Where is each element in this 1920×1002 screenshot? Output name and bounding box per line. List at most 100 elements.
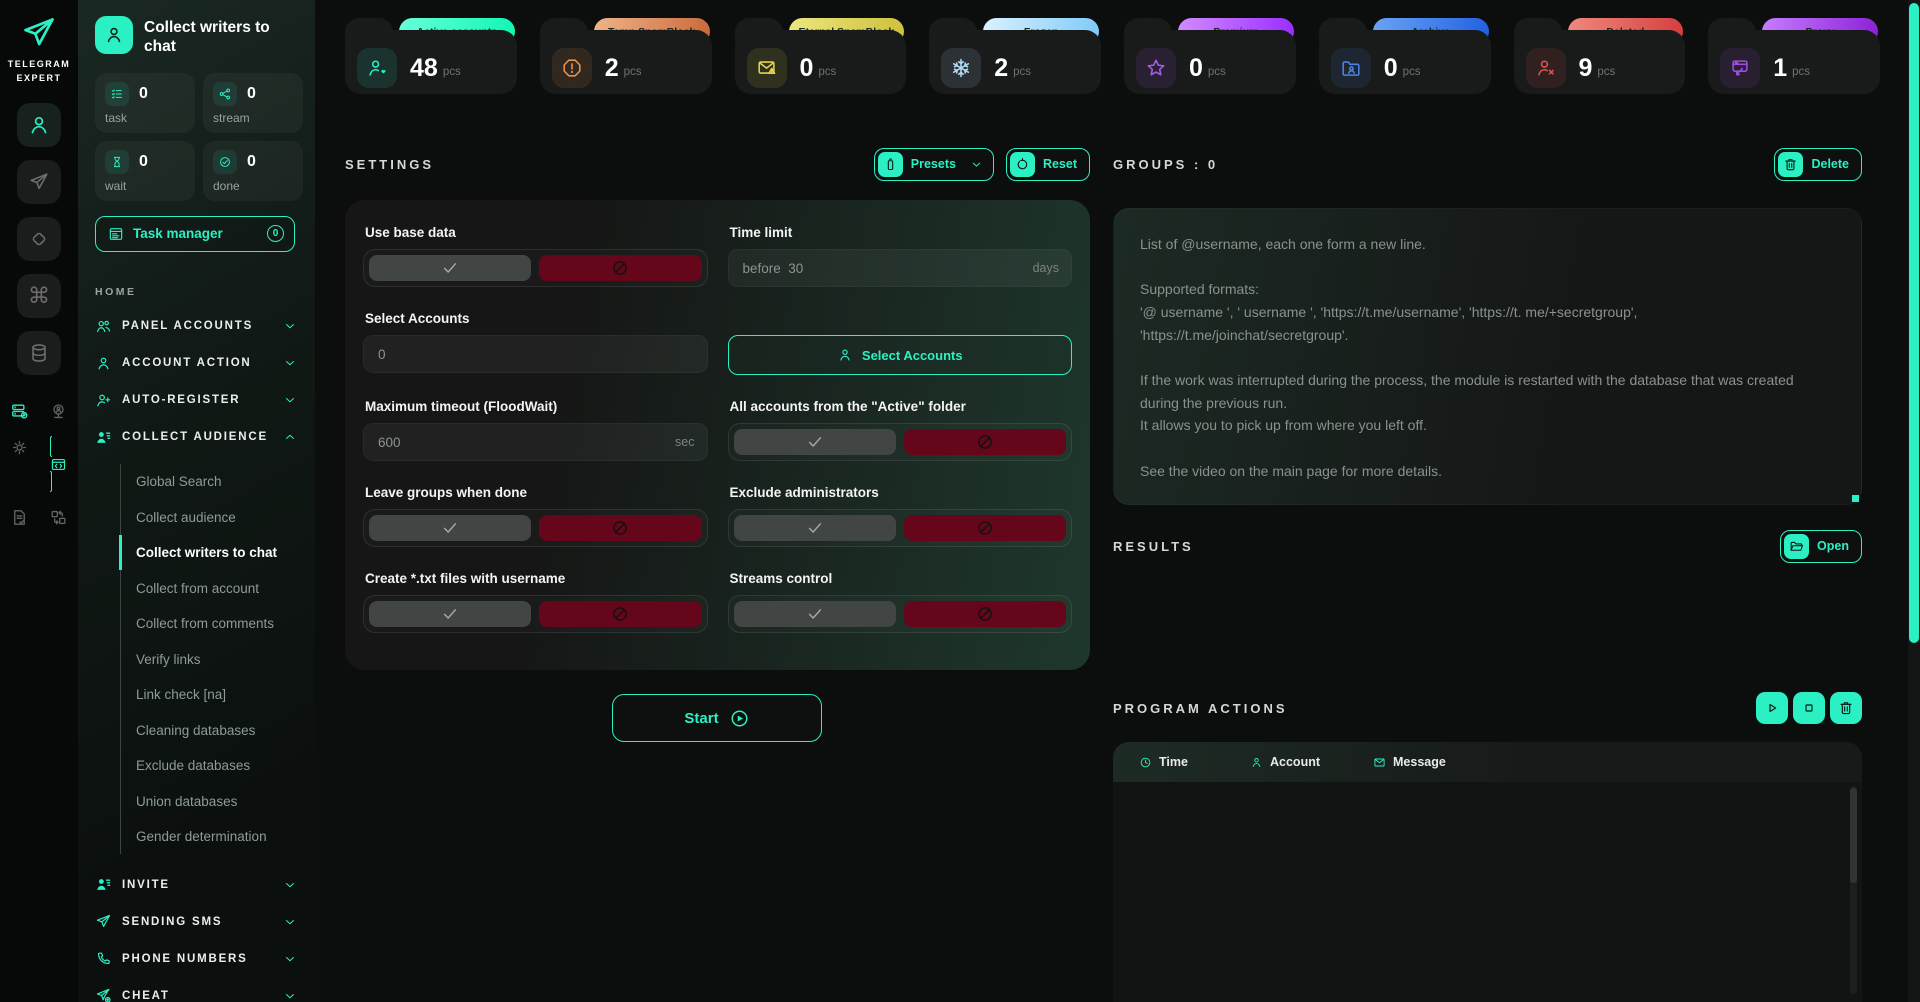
sidebar-section-auto-register[interactable]: AUTO-REGISTER [78, 382, 315, 419]
page-title: Collect writers to chat [144, 16, 301, 57]
brand-line2: EXPERT [8, 72, 71, 86]
submenu-item-cleaning-databases[interactable]: Cleaning databases [119, 712, 315, 748]
person-plus-icon [95, 392, 112, 409]
sidebar-section-collect-audience[interactable]: COLLECT AUDIENCE [78, 419, 315, 456]
toggle-yes-option[interactable] [369, 255, 531, 281]
use-base-data-toggle [363, 249, 708, 287]
sidebar: Collect writers to chat 0 task 0 stream [78, 0, 315, 1002]
toggle-yes-option[interactable] [369, 515, 531, 541]
submenu-item-global-search[interactable]: Global Search [119, 464, 315, 500]
phone-icon [95, 950, 112, 967]
field-select-accounts-action: Select Accounts [728, 311, 1073, 375]
stop-log-button[interactable] [1793, 692, 1825, 724]
gear-icon[interactable] [10, 438, 29, 491]
field-label: Use base data [365, 225, 708, 240]
rail-database-button[interactable] [17, 331, 61, 375]
submenu-item-link-check[interactable]: Link check [na] [119, 677, 315, 713]
submenu-item-collect-writers-to-chat[interactable]: Collect writers to chat [119, 535, 315, 571]
max-timeout-input[interactable] [363, 423, 708, 461]
play-log-button[interactable] [1756, 692, 1788, 724]
stat-value: 9 [1579, 54, 1593, 83]
toggle-no-option[interactable] [539, 515, 701, 541]
open-folder-icon [1784, 534, 1809, 559]
brand-line1: TELEGRAM [8, 58, 71, 72]
table-scrollbar-thumb[interactable] [1850, 788, 1857, 883]
results-header: RESULTS Open [1113, 528, 1862, 564]
program-actions-header: PROGRAM ACTIONS [1113, 690, 1862, 726]
chevron-down-icon [283, 989, 297, 1002]
sidebar-section-account-action[interactable]: ACCOUNT ACTION [78, 345, 315, 382]
window-scrollbar-track[interactable] [1908, 0, 1920, 1002]
code-window-icon[interactable] [50, 438, 67, 491]
select-accounts-button[interactable]: Select Accounts [728, 335, 1073, 375]
toggle-no-option[interactable] [539, 255, 701, 281]
column-label: Message [1393, 755, 1446, 769]
paper-plane-icon [95, 913, 112, 930]
sidebar-section-sending-sms[interactable]: SENDING SMS [78, 903, 315, 940]
counter-value: 0 [247, 85, 256, 103]
toggle-no-option[interactable] [904, 515, 1066, 541]
toggle-no-option[interactable] [904, 601, 1066, 627]
webcam-person-icon[interactable] [49, 402, 68, 421]
reset-button[interactable]: Reset [1006, 148, 1090, 181]
time-limit-input[interactable] [728, 249, 1073, 287]
diamond-icon [28, 228, 50, 250]
person-heart-icon [357, 48, 397, 88]
sidebar-section-phone-numbers[interactable]: PHONE NUMBERS [78, 940, 315, 977]
stat-unit: pcs [818, 66, 836, 78]
column-time: Time [1139, 755, 1250, 769]
submenu-item-collect-from-account[interactable]: Collect from account [119, 570, 315, 606]
presets-button[interactable]: Presets [874, 148, 994, 181]
sidebar-section-panel-accounts[interactable]: PANEL ACCOUNTS [78, 308, 315, 345]
rail-accounts-button[interactable] [17, 103, 61, 147]
section-label: PANEL ACCOUNTS [122, 320, 273, 332]
check-icon [805, 432, 825, 452]
toggle-yes-option[interactable] [734, 515, 896, 541]
snowflake-icon [941, 48, 981, 88]
counter-stream: 0 stream [203, 73, 303, 133]
swap-boxes-icon[interactable] [49, 508, 68, 527]
chevron-down-icon [283, 393, 297, 407]
submenu-item-verify-links[interactable]: Verify links [119, 641, 315, 677]
submenu-item-exclude-databases[interactable]: Exclude databases [119, 748, 315, 784]
toggle-yes-option[interactable] [734, 601, 896, 627]
submenu-item-collect-audience[interactable]: Collect audience [119, 499, 315, 535]
column-label: Account [1270, 755, 1320, 769]
task-manager-button[interactable]: Task manager 0 [95, 216, 295, 252]
submenu-item-gender-determination[interactable]: Gender determination [119, 819, 315, 855]
toggle-no-option[interactable] [539, 601, 701, 627]
submenu-item-collect-from-comments[interactable]: Collect from comments [119, 606, 315, 642]
table-scrollbar-track[interactable] [1850, 786, 1857, 994]
rail-sender-button[interactable] [17, 160, 61, 204]
task-manager-icon [108, 226, 124, 242]
rail-premium-button[interactable] [17, 217, 61, 261]
window-scrollbar-thumb[interactable] [1909, 3, 1919, 643]
sidebar-section-invite[interactable]: INVITE [78, 866, 315, 903]
section-label: INVITE [122, 879, 273, 891]
check-icon [440, 518, 460, 538]
field-label: Select Accounts [365, 311, 708, 326]
delete-groups-button[interactable]: Delete [1774, 148, 1862, 181]
task-list-icon [105, 82, 129, 106]
field-use-base-data: Use base data [363, 225, 708, 287]
document-check-icon[interactable] [10, 508, 29, 527]
open-results-button[interactable]: Open [1780, 530, 1862, 563]
collect-audience-submenu: Global Search Collect audience Collect w… [120, 464, 315, 855]
person-list-icon [95, 429, 112, 446]
stat-unit: pcs [443, 66, 461, 78]
section-label: AUTO-REGISTER [122, 394, 273, 406]
clear-log-button[interactable] [1830, 692, 1862, 724]
start-button[interactable]: Start [612, 694, 822, 742]
paper-plane-icon [28, 171, 50, 193]
submenu-item-union-databases[interactable]: Union databases [119, 783, 315, 819]
accounts-count-input[interactable] [363, 335, 708, 373]
toggle-yes-option[interactable] [734, 429, 896, 455]
rail-command-button[interactable]: ⌘ [17, 274, 61, 318]
groups-list-textarea[interactable] [1113, 208, 1862, 505]
stat-card-deleted: Deleted 9 pcs [1514, 18, 1686, 94]
sidebar-section-cheat[interactable]: CHEAT [78, 977, 315, 1002]
toggle-yes-option[interactable] [369, 601, 531, 627]
prohibited-icon [610, 258, 630, 278]
toggle-no-option[interactable] [904, 429, 1066, 455]
server-check-icon[interactable] [10, 402, 29, 421]
